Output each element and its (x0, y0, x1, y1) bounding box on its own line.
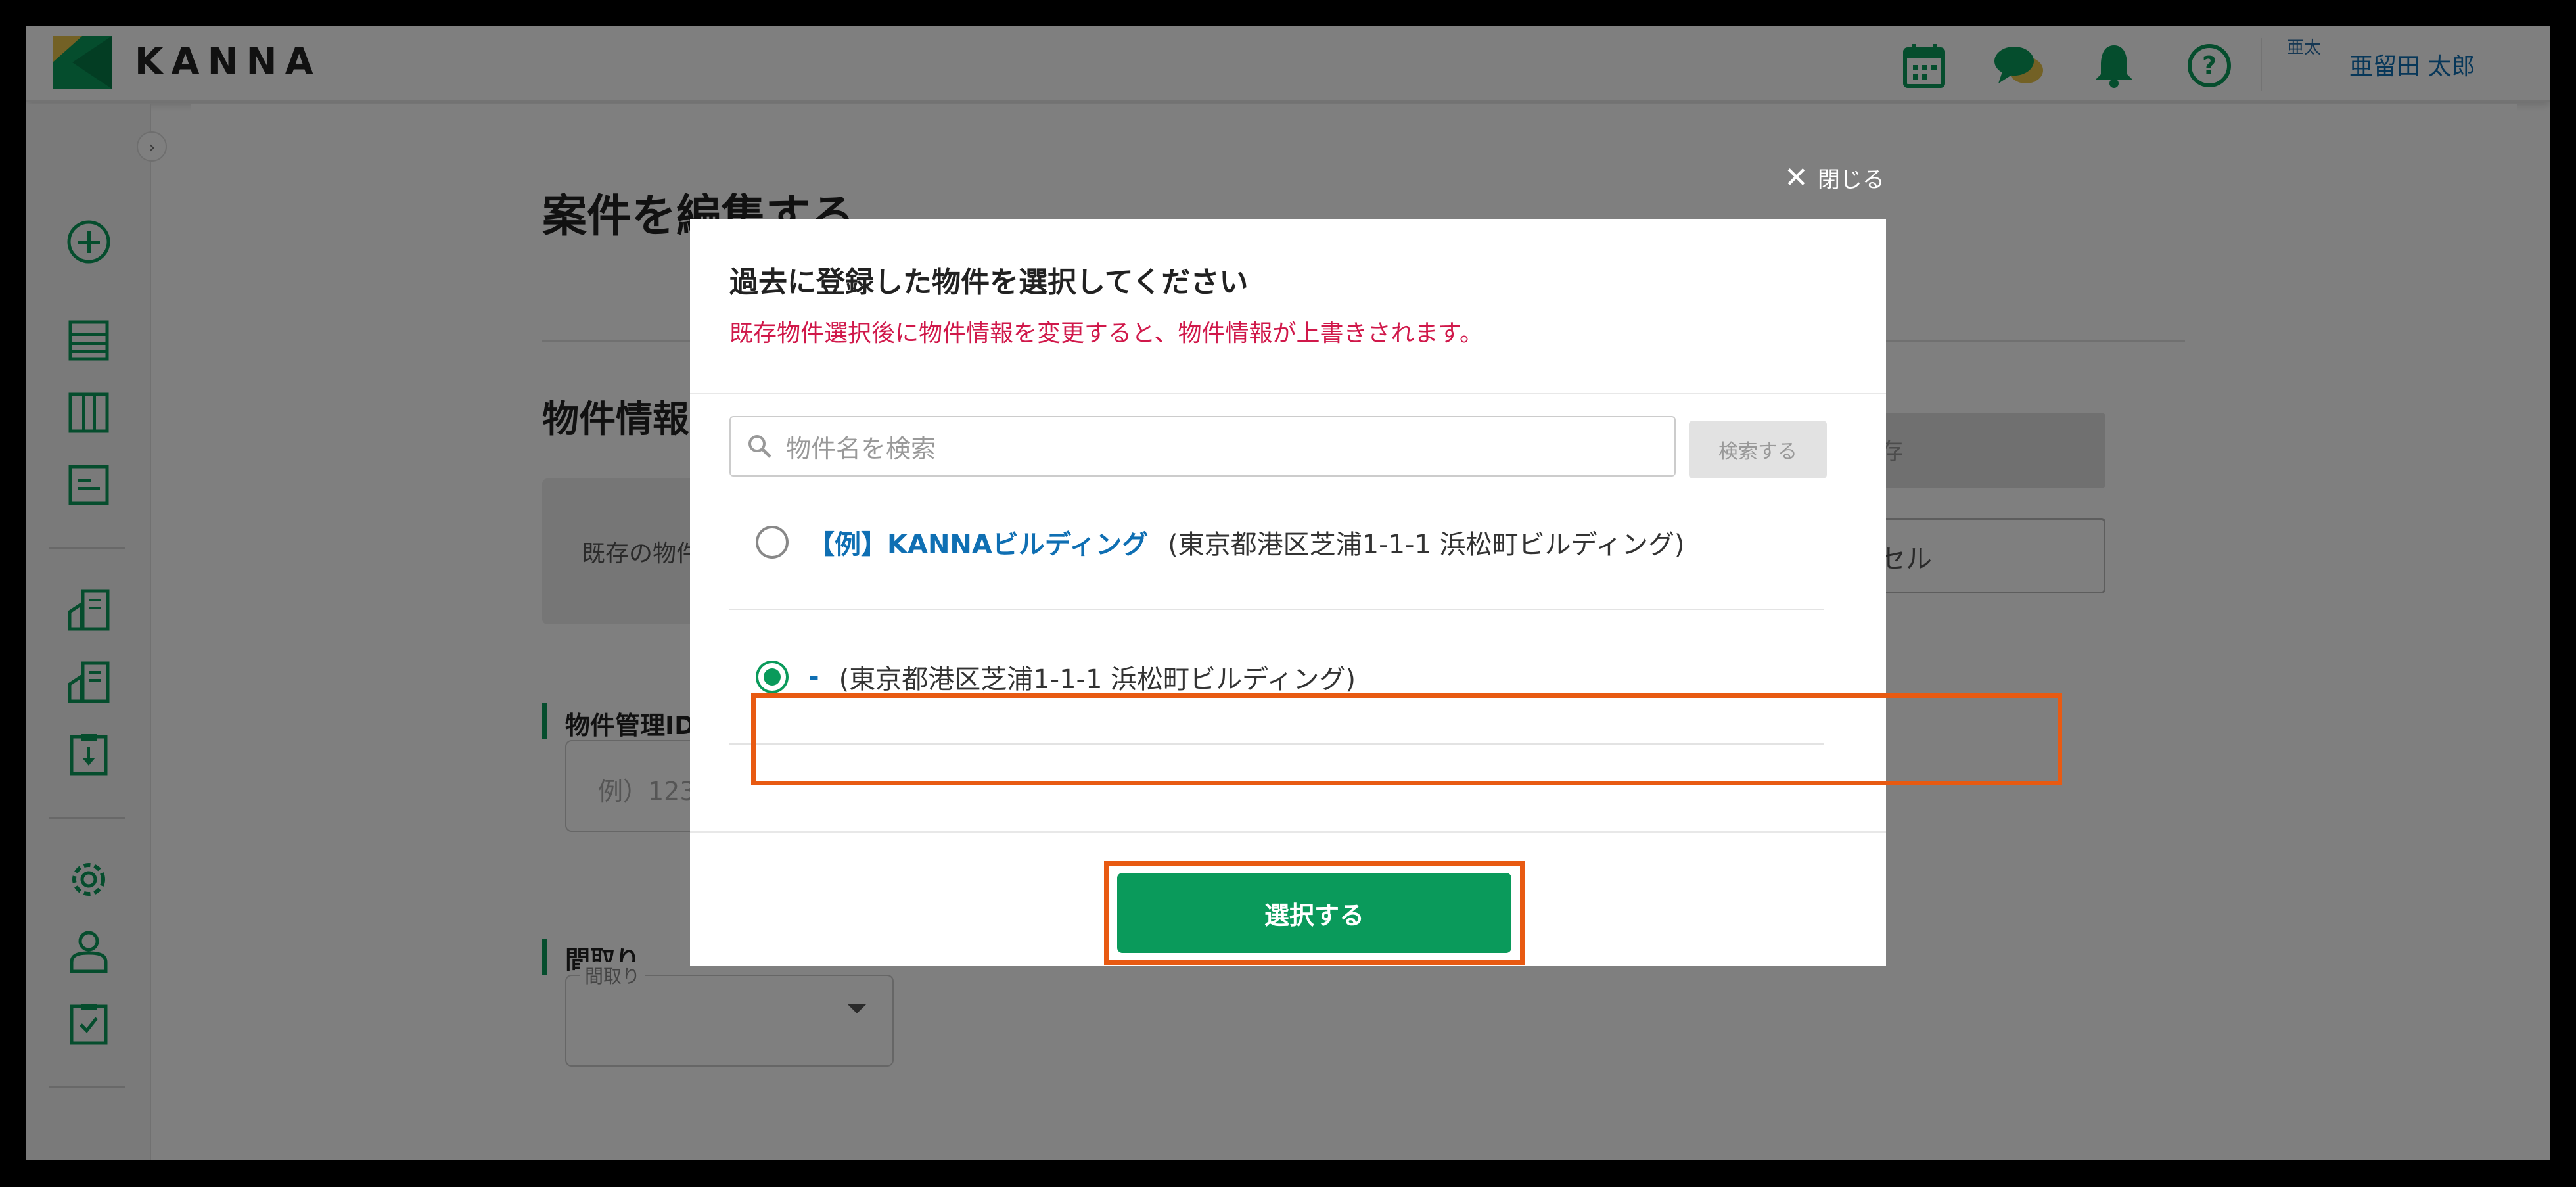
close-label: 閉じる (1817, 166, 1885, 193)
radio-button-selected[interactable] (756, 660, 789, 693)
modal-title: 過去に登録した物件を選択してください (729, 266, 1249, 299)
property-select-modal: 過去に登録した物件を選択してください 既存物件選択後に物件情報を変更すると、物件… (690, 219, 1886, 966)
property-option-address: (東京都港区芝浦1-1-1 浜松町ビルディング) (839, 664, 1356, 695)
property-option-address: (東京都港区芝浦1-1-1 浜松町ビルディング) (1168, 529, 1685, 560)
search-placeholder: 物件名を検索 (786, 434, 936, 463)
property-option-name: - (808, 661, 819, 692)
highlight-box (1104, 861, 1525, 965)
search-button[interactable]: 検索する (1689, 421, 1827, 478)
divider (690, 393, 1886, 394)
highlight-box (751, 693, 2062, 785)
radio-button[interactable] (756, 525, 789, 559)
radio-dot (764, 668, 781, 686)
close-button[interactable]: ✕ 閉じる (1784, 160, 1885, 195)
app-window: KANNA ? 亜太 亜留田 太郎 (26, 26, 2550, 1160)
divider (690, 831, 1886, 833)
modal-warning-text: 既存物件選択後に物件情報を変更すると、物件情報が上書きされます。 (729, 320, 1483, 347)
property-option-name: 【例】KANNAビルディング (808, 529, 1149, 560)
search-icon (748, 435, 771, 458)
property-option-row[interactable]: 【例】KANNAビルディング (東京都港区芝浦1-1-1 浜松町ビルディング) (729, 475, 1824, 610)
search-input[interactable]: 物件名を検索 (729, 416, 1676, 477)
close-icon: ✕ (1784, 160, 1808, 195)
